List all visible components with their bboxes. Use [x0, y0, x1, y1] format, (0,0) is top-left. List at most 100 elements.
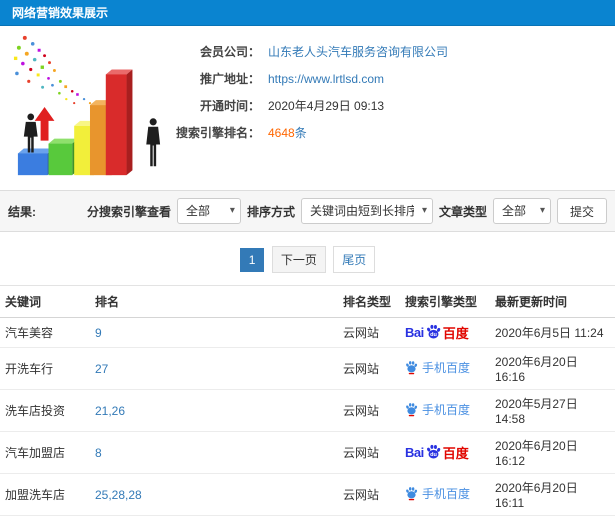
col-rank-type: 排名类型 — [338, 285, 400, 318]
rank-link[interactable]: 25,28,28 — [95, 488, 142, 502]
table-header-row: 关键词 排名 排名类型 搜索引擎类型 最新更新时间 — [0, 285, 615, 318]
engine-rank-row: 搜索引擎排名： 4648条 — [174, 119, 448, 146]
rank-link[interactable]: 21,26 — [95, 404, 125, 418]
confetti-dots — [13, 35, 92, 105]
rank-type-cell: 云网站 — [338, 389, 400, 432]
engine-type-cell: Bai du 百度 — [400, 431, 490, 474]
app-header: 网络营销效果展示 — [0, 0, 615, 26]
page-1-button[interactable]: 1 — [239, 248, 265, 272]
table-row: 加盟洗车店 25,28,28 云网站 手机百度 2020年6月20日 16:11 — [0, 473, 615, 516]
baidu-paw-icon: du — [426, 324, 440, 339]
updated-time-cell: 2020年6月20日 16:11 — [490, 473, 615, 516]
baidu-paw-icon: du — [426, 444, 440, 459]
info-section: 会员公司： 山东老人头汽车服务咨询有限公司 推广地址： https://www.… — [0, 26, 615, 190]
table-row: 汽车加盟店 8 云网站 Bai du 百度 2020年6月20日 16:12 — [0, 431, 615, 474]
open-time-value: 2020年4月29日 09:13 — [268, 99, 385, 113]
engine-filter-label: 分搜索引擎查看 — [86, 204, 171, 219]
open-time-label: 开通时间： — [199, 99, 260, 113]
keyword-cell: 汽车美容 — [0, 317, 90, 348]
rank-type-cell: 云网站 — [338, 317, 400, 348]
sort-select[interactable]: 关键词由短到长排序 — [300, 198, 433, 224]
promo-url-label: 推广地址： — [199, 72, 260, 86]
baidu-logo: Bai du 百度 — [405, 324, 469, 341]
baidu-logo: Bai du 百度 — [405, 444, 469, 461]
keyword-cell: 加盟洗车店 — [0, 473, 90, 516]
rank-cell: 9 — [90, 317, 338, 348]
col-engine-type: 搜索引擎类型 — [400, 285, 490, 318]
keyword-cell: 开洗车行 — [0, 347, 90, 390]
rank-count: 4648 — [268, 126, 295, 140]
engine-type-cell: 手机百度 — [400, 473, 490, 516]
open-time-row: 开通时间： 2020年4月29日 09:13 — [174, 92, 448, 119]
engine-type-cell: 手机百度 — [400, 389, 490, 432]
company-row: 会员公司： 山东老人头汽车服务咨询有限公司 — [174, 38, 448, 65]
engine-filter-select[interactable]: 全部 — [176, 198, 241, 224]
table-row: 洗车赚钱吗30云网站 手机百度2020年6月20日 16:12 — [0, 515, 615, 520]
filter-controls: 分搜索引擎查看 全部 排序方式 关键词由短到长排序 文章类型 全部 提交 — [87, 198, 607, 224]
col-rank: 排名 — [90, 285, 338, 318]
keyword-cell: 汽车加盟店 — [0, 431, 90, 474]
mobile-baidu-paw-icon — [406, 487, 418, 501]
rank-unit: 条 — [294, 126, 307, 140]
mobile-baidu-logo: 手机百度 — [405, 485, 470, 502]
mobile-baidu-paw-icon — [406, 403, 418, 417]
pagination: 1 下一页 尾页 — [0, 232, 615, 283]
rank-cell: 25,28,28 — [90, 473, 338, 516]
submit-button[interactable]: 提交 — [556, 198, 607, 224]
rank-cell: 21,26 — [90, 389, 338, 432]
results-table-body: 汽车美容 9 云网站 Bai du 百度 2020年6月5日 11:24 开洗车行 27 云… — [0, 317, 615, 520]
rank-link[interactable]: 8 — [95, 446, 102, 460]
rank-type-cell: 云网站 — [338, 347, 400, 390]
info-fields: 会员公司： 山东老人头汽车服务咨询有限公司 推广地址： https://www.… — [174, 30, 448, 190]
rank-cell: 30 — [90, 515, 338, 520]
marketing-chart-illustration — [13, 35, 161, 176]
businessman-left — [23, 113, 38, 153]
col-keyword: 关键词 — [0, 285, 90, 318]
up-arrow — [34, 107, 55, 141]
last-page-button[interactable]: 尾页 — [333, 246, 376, 273]
bar-green — [48, 138, 79, 176]
mobile-baidu-logo: 手机百度 — [405, 359, 470, 376]
result-label: 结果: — [8, 204, 36, 219]
rank-cell: 8 — [90, 431, 338, 474]
sort-select-wrap: 关键词由短到长排序 — [300, 198, 433, 224]
rank-link[interactable]: 9 — [95, 326, 102, 340]
page-title: 网络营销效果展示 — [12, 6, 109, 20]
updated-time-cell: 2020年6月5日 11:24 — [490, 317, 615, 348]
table-row: 洗车店投资 21,26 云网站 手机百度 2020年5月27日 14:58 — [0, 389, 615, 432]
rank-type-cell: 云网站 — [338, 473, 400, 516]
table-row: 汽车美容 9 云网站 Bai du 百度 2020年6月5日 11:24 — [0, 317, 615, 348]
article-type-select-wrap: 全部 — [492, 198, 551, 224]
bar-red — [105, 69, 133, 176]
company-link[interactable]: 山东老人头汽车服务咨询有限公司 — [268, 43, 448, 60]
keyword-cell: 洗车赚钱吗 — [0, 515, 90, 520]
svg-text:du: du — [430, 332, 437, 338]
promo-url-link[interactable]: https://www.lrtlsd.com — [268, 72, 384, 86]
engine-rank-value: 4648条 — [268, 124, 307, 141]
updated-time-cell: 2020年6月20日 16:12 — [490, 431, 615, 474]
svg-text:du: du — [430, 452, 437, 458]
article-type-select[interactable]: 全部 — [492, 198, 551, 224]
sort-label: 排序方式 — [246, 204, 295, 219]
engine-filter-select-wrap: 全部 — [176, 198, 241, 224]
updated-time-cell: 2020年6月20日 16:16 — [490, 347, 615, 390]
mobile-baidu-logo: 手机百度 — [405, 401, 470, 418]
filter-bar: 结果: 分搜索引擎查看 全部 排序方式 关键词由短到长排序 文章类型 全部 提交 — [0, 190, 615, 232]
promo-url-row: 推广地址： https://www.lrtlsd.com — [174, 65, 448, 92]
col-updated: 最新更新时间 — [490, 285, 615, 318]
keyword-cell: 洗车店投资 — [0, 389, 90, 432]
mobile-baidu-paw-icon — [406, 361, 418, 375]
engine-type-cell: Bai du 百度 — [400, 317, 490, 348]
rank-link[interactable]: 27 — [95, 362, 108, 376]
updated-time-cell: 2020年6月20日 16:12 — [490, 515, 615, 520]
next-page-button[interactable]: 下一页 — [271, 246, 326, 273]
bar-blue — [17, 148, 54, 176]
rank-cell: 27 — [90, 347, 338, 390]
engine-type-cell: 手机百度 — [400, 515, 490, 520]
company-label: 会员公司： — [199, 45, 260, 59]
rank-type-cell: 云网站 — [338, 515, 400, 520]
businessman-right — [146, 118, 161, 167]
updated-time-cell: 2020年5月27日 14:58 — [490, 389, 615, 432]
engine-type-cell: 手机百度 — [400, 347, 490, 390]
article-type-label: 文章类型 — [438, 204, 487, 219]
